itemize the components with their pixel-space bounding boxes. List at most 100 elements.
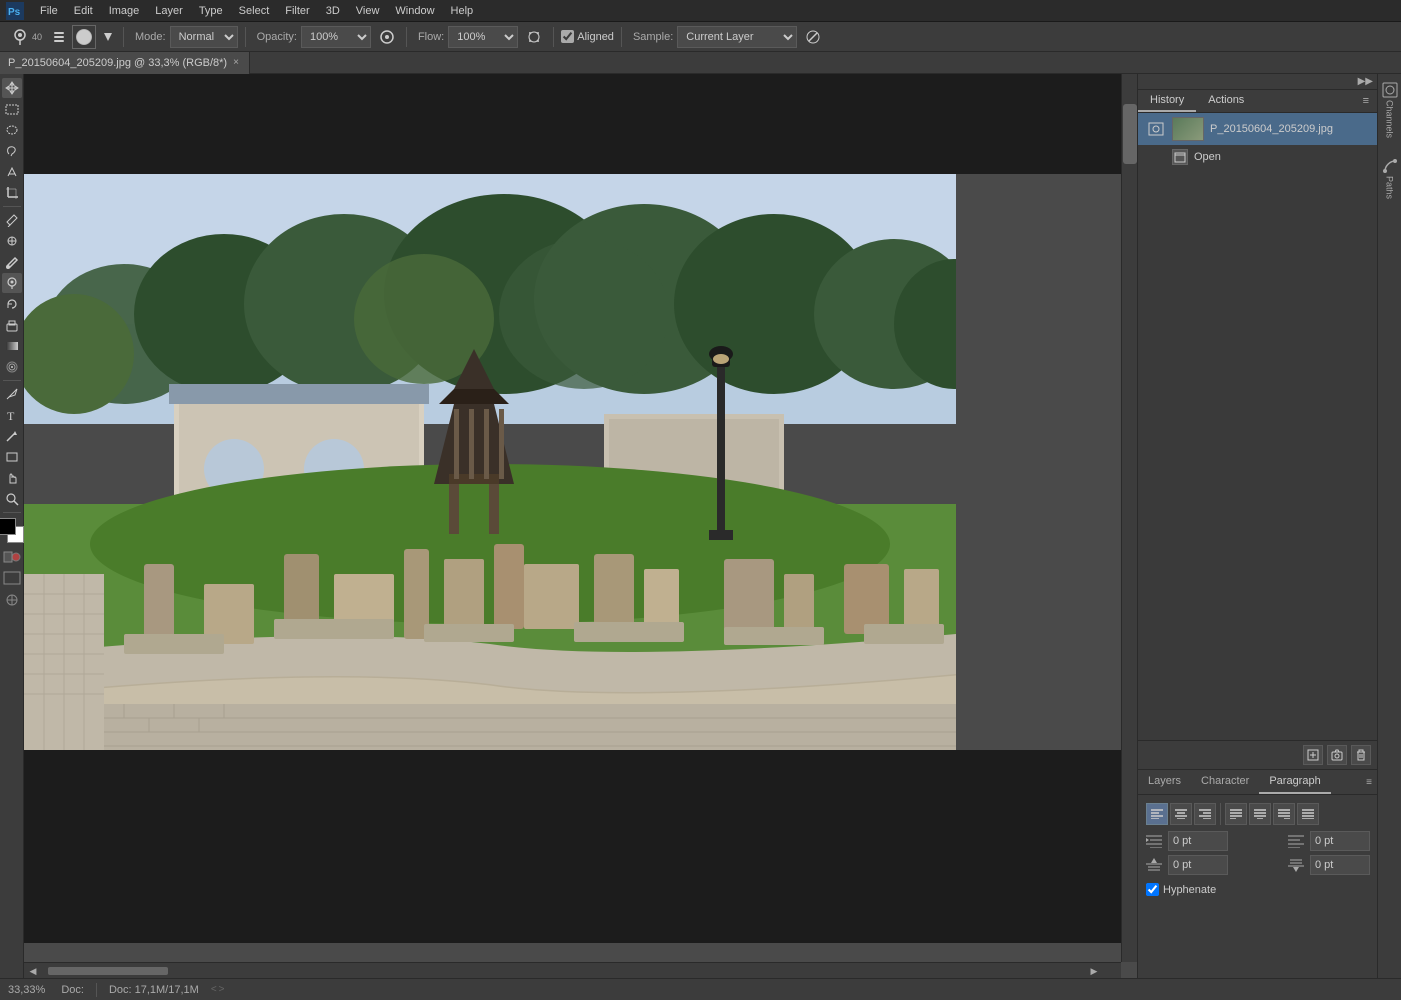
menu-image[interactable]: Image xyxy=(101,3,148,19)
move-tool[interactable] xyxy=(2,78,22,98)
align-center-btn[interactable] xyxy=(1170,803,1192,825)
status-nav-left[interactable]: < xyxy=(211,984,217,995)
flow-select[interactable]: 100% 75% 50% xyxy=(448,26,518,48)
camera-snapshot-btn[interactable] xyxy=(1327,745,1347,765)
eyedropper-tool[interactable] xyxy=(2,210,22,230)
left-tool-panel: T xyxy=(0,74,24,978)
history-panel-menu[interactable]: ≡ xyxy=(1355,91,1377,111)
brush-settings-toggle[interactable] xyxy=(100,25,116,49)
delete-history-btn[interactable] xyxy=(1351,745,1371,765)
menu-layer[interactable]: Layer xyxy=(147,3,191,19)
space-before-input[interactable] xyxy=(1168,855,1228,875)
separator-4 xyxy=(553,27,554,47)
menu-window[interactable]: Window xyxy=(387,3,442,19)
indent-right-input[interactable] xyxy=(1310,831,1370,851)
justify-all-btn[interactable] xyxy=(1297,803,1319,825)
blur-tool[interactable] xyxy=(2,357,22,377)
menu-3d[interactable]: 3D xyxy=(318,3,348,19)
aligned-checkbox-label: Aligned xyxy=(561,30,614,43)
align-left-btn[interactable] xyxy=(1146,803,1168,825)
rectangular-marquee-tool[interactable] xyxy=(2,99,22,119)
paths-label: Paths xyxy=(1385,176,1395,199)
character-tab[interactable]: Character xyxy=(1191,770,1259,794)
elliptical-marquee-tool[interactable] xyxy=(2,120,22,140)
layers-tab[interactable]: Layers xyxy=(1138,770,1191,794)
foreground-background-colors[interactable] xyxy=(0,518,25,544)
menu-filter[interactable]: Filter xyxy=(277,3,317,19)
spray-airbrush[interactable] xyxy=(522,25,546,49)
open-action-icon xyxy=(1172,149,1188,165)
svg-text:T: T xyxy=(7,409,15,422)
close-tab-button[interactable]: × xyxy=(233,57,239,68)
channels-strip[interactable]: Channels xyxy=(1382,78,1398,142)
tool-separator-3 xyxy=(3,512,21,513)
extra-options[interactable] xyxy=(3,593,21,610)
mode-select[interactable]: Normal Multiply Screen xyxy=(170,26,238,48)
hand-tool[interactable] xyxy=(2,468,22,488)
history-tab[interactable]: History xyxy=(1138,90,1196,112)
hyphenate-checkbox[interactable] xyxy=(1146,883,1159,896)
separator-3 xyxy=(406,27,407,47)
screen-mode-toggle[interactable] xyxy=(3,571,21,588)
quick-mask-mode[interactable] xyxy=(3,548,21,566)
vertical-scroll-thumb[interactable] xyxy=(1123,104,1137,164)
file-tab[interactable]: P_20150604_205209.jpg @ 33,3% (RGB/8*) × xyxy=(0,52,250,74)
horizontal-scrollbar[interactable]: ◀ ▶ xyxy=(24,962,1121,978)
actions-tab[interactable]: Actions xyxy=(1196,90,1256,112)
pen-tool[interactable] xyxy=(2,384,22,404)
scroll-left-btn[interactable]: ◀ xyxy=(24,963,42,978)
menu-view[interactable]: View xyxy=(348,3,388,19)
vertical-scrollbar[interactable] xyxy=(1121,74,1137,962)
opacity-select[interactable]: 100% 75% 50% xyxy=(301,26,371,48)
align-right-btn[interactable] xyxy=(1194,803,1216,825)
history-snapshot-item[interactable]: P_20150604_205209.jpg xyxy=(1138,113,1377,145)
rectangle-tool[interactable] xyxy=(2,447,22,467)
path-selection-tool[interactable] xyxy=(2,426,22,446)
scroll-right-btn[interactable]: ▶ xyxy=(1085,963,1103,978)
hyphenate-label: Hyphenate xyxy=(1146,883,1216,896)
lasso-tool[interactable] xyxy=(2,141,22,161)
paragraph-tab[interactable]: Paragraph xyxy=(1259,770,1330,794)
toggle-brush-presets[interactable] xyxy=(50,25,68,49)
create-new-document-btn[interactable] xyxy=(1303,745,1323,765)
ignore-adjustments[interactable] xyxy=(801,25,825,49)
type-tool[interactable]: T xyxy=(2,405,22,425)
canvas-area[interactable]: ◀ ▶ xyxy=(24,74,1137,978)
healing-brush-tool[interactable] xyxy=(2,231,22,251)
brush-tool[interactable] xyxy=(2,252,22,272)
eraser-tool[interactable] xyxy=(2,315,22,335)
sample-select[interactable]: Current Layer All Layers Current & Below xyxy=(677,26,797,48)
justify-center-btn[interactable] xyxy=(1249,803,1271,825)
quick-selection-tool[interactable] xyxy=(2,162,22,182)
history-tabs: History Actions ≡ xyxy=(1138,90,1377,113)
aligned-checkbox[interactable] xyxy=(561,30,574,43)
tool-separator-1 xyxy=(3,206,21,207)
horizontal-scroll-thumb[interactable] xyxy=(48,967,168,975)
status-bar: 33,33% Doc: Doc: 17,1M/17,1M < > xyxy=(0,978,1401,1000)
menu-select[interactable]: Select xyxy=(231,3,278,19)
menu-file[interactable]: File xyxy=(32,3,66,19)
menu-type[interactable]: Type xyxy=(191,3,231,19)
justify-left-btn[interactable] xyxy=(1225,803,1247,825)
menu-edit[interactable]: Edit xyxy=(66,3,101,19)
menu-bar: Ps File Edit Image Layer Type Select Fil… xyxy=(0,0,1401,22)
menu-help[interactable]: Help xyxy=(443,3,482,19)
history-open-item[interactable]: Open xyxy=(1138,145,1377,169)
scene-svg xyxy=(24,174,956,750)
crop-tool[interactable] xyxy=(2,183,22,203)
justify-right-btn[interactable] xyxy=(1273,803,1295,825)
gradient-tool[interactable] xyxy=(2,336,22,356)
canvas-image[interactable] xyxy=(24,174,956,750)
history-brush-tool[interactable] xyxy=(2,294,22,314)
foreground-color[interactable] xyxy=(0,518,16,535)
airbrush-toggle[interactable] xyxy=(375,25,399,49)
zoom-tool[interactable] xyxy=(2,489,22,509)
brush-shape-preview[interactable] xyxy=(72,25,96,49)
space-after-input[interactable] xyxy=(1310,855,1370,875)
indent-left-input[interactable] xyxy=(1168,831,1228,851)
paths-strip[interactable]: Paths xyxy=(1382,154,1398,203)
collapse-right-panel[interactable]: ▶▶ xyxy=(1358,76,1373,87)
clone-stamp-tool[interactable] xyxy=(2,273,22,293)
bottom-panel-menu[interactable]: ≡ xyxy=(1360,773,1378,792)
status-nav-right[interactable]: > xyxy=(219,984,225,995)
